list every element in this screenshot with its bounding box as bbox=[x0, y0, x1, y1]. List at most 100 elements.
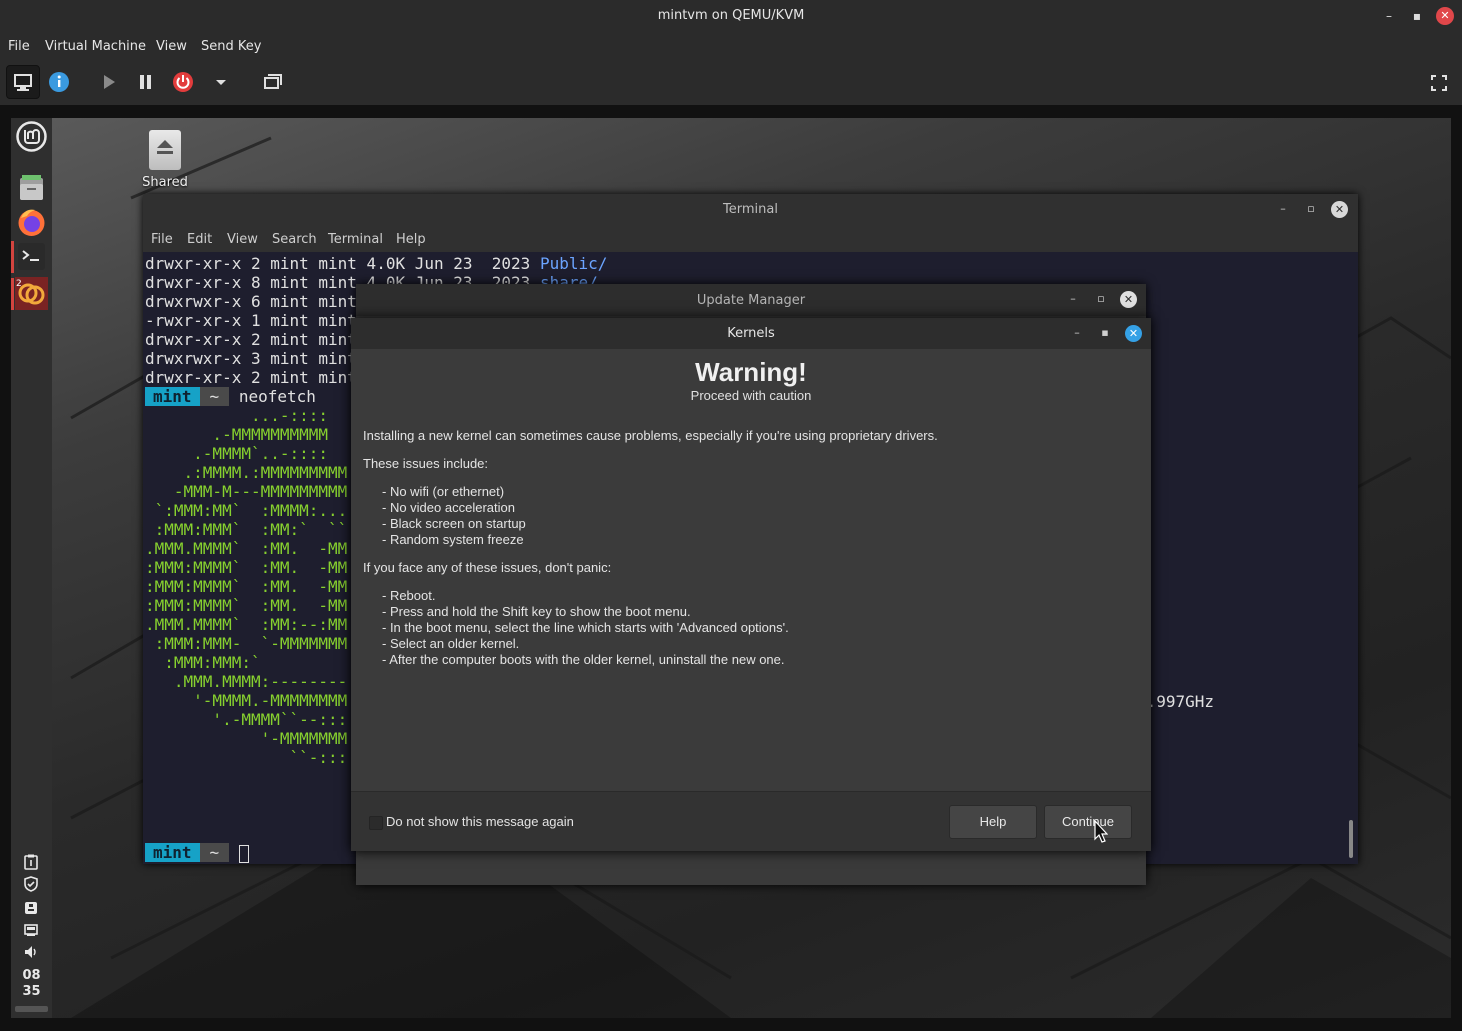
kernels-close-button[interactable]: ✕ bbox=[1125, 325, 1142, 342]
fullscreen-button[interactable] bbox=[1423, 67, 1455, 97]
neofetch-art-line: .-MMMM`..-:::: bbox=[145, 444, 329, 463]
kernels-titlebar[interactable]: Kernels – ▪ ✕ bbox=[351, 318, 1151, 349]
neofetch-art-line: :MMM:MMMM` :MM. -MM bbox=[145, 596, 348, 615]
terminal-close-button[interactable]: ✕ bbox=[1331, 201, 1348, 218]
warning-heading: Warning! bbox=[695, 357, 807, 387]
text-cursor bbox=[238, 844, 249, 863]
step-item: - Select an older kernel. bbox=[382, 636, 520, 651]
terminal-menu-help[interactable]: Help bbox=[396, 232, 426, 247]
menu-file[interactable]: File bbox=[8, 39, 30, 54]
vm-display[interactable]: 2 08 35 Shared Terminal – ▫ ✕ File Edit … bbox=[11, 118, 1451, 1018]
issue-item: - Random system freeze bbox=[382, 532, 524, 547]
menu-virtual-machine[interactable]: Virtual Machine bbox=[45, 39, 146, 54]
prompt-line: mint ~ bbox=[145, 843, 249, 863]
hexchat-badge: 2 bbox=[16, 279, 22, 289]
shutdown-menu-button[interactable] bbox=[205, 67, 237, 97]
hexchat-icon[interactable]: 2 bbox=[15, 277, 48, 310]
files-icon[interactable] bbox=[15, 172, 48, 205]
terminal-running-indicator bbox=[11, 241, 14, 273]
shutdown-button[interactable] bbox=[167, 67, 199, 97]
kernels-dialog-body: Warning! Proceed with caution Installing… bbox=[351, 349, 1151, 791]
drive-icon[interactable] bbox=[23, 900, 39, 916]
run-button[interactable] bbox=[93, 67, 125, 97]
neofetch-art-line: ...-:::: bbox=[145, 406, 329, 425]
warning-subheading: Proceed with caution bbox=[690, 388, 812, 403]
prompt-user: mint bbox=[145, 843, 200, 862]
hexchat-running-indicator bbox=[11, 278, 14, 310]
host-window-title: mintvm on QEMU/KVM bbox=[657, 8, 805, 23]
desktop-icon-shared[interactable]: Shared bbox=[135, 130, 195, 190]
panel-clock[interactable]: 08 35 bbox=[11, 968, 52, 1000]
clipboard-icon[interactable] bbox=[23, 854, 39, 870]
terminal-line: drwxrwxr-x 6 mint mint bbox=[145, 292, 357, 311]
step-item: - Reboot. bbox=[382, 588, 436, 603]
host-close-button[interactable]: ✕ bbox=[1436, 7, 1454, 25]
fullscreen-icon bbox=[1431, 75, 1447, 91]
update-manager-titlebar[interactable]: Update Manager – ▫ ✕ bbox=[356, 284, 1146, 316]
volume-icon[interactable] bbox=[23, 944, 39, 960]
terminal-scrollbar[interactable] bbox=[1349, 820, 1353, 858]
menu-send-key[interactable]: Send Key bbox=[201, 39, 261, 54]
update-manager-close-button[interactable]: ✕ bbox=[1120, 291, 1137, 308]
update-manager-maximize-button[interactable]: ▫ bbox=[1094, 292, 1108, 306]
terminal-line: drwxr-xr-x 2 mint mint 4.0K Jun 23 2023 … bbox=[145, 254, 608, 273]
neofetch-art-line: '.-MMMM``--::: bbox=[145, 710, 348, 729]
mint-menu-icon[interactable] bbox=[15, 120, 48, 153]
neofetch-art-line: `:MMM:MM` :MMMM:... bbox=[145, 501, 348, 520]
prompt-line: mint ~ neofetch bbox=[145, 387, 316, 406]
terminal-maximize-button[interactable]: ▫ bbox=[1304, 202, 1318, 216]
play-icon bbox=[104, 75, 115, 89]
terminal-menu-search[interactable]: Search bbox=[272, 232, 317, 247]
help-button[interactable]: Help bbox=[949, 805, 1037, 839]
kernels-minimize-button[interactable]: – bbox=[1070, 326, 1084, 340]
clock-hour: 08 bbox=[22, 968, 41, 983]
show-desktop-button[interactable] bbox=[15, 1006, 48, 1012]
prompt-dir: ~ bbox=[199, 843, 230, 862]
dont-show-again-checkbox[interactable] bbox=[369, 816, 383, 830]
info-icon bbox=[49, 72, 69, 92]
network-icon[interactable] bbox=[23, 922, 39, 938]
shield-icon[interactable] bbox=[23, 876, 39, 892]
kernels-maximize-button[interactable]: ▪ bbox=[1098, 326, 1112, 340]
terminal-menu-edit[interactable]: Edit bbox=[187, 232, 212, 247]
terminal-menu-file[interactable]: File bbox=[151, 232, 173, 247]
step-item: - Press and hold the Shift key to show t… bbox=[382, 604, 691, 619]
terminal-line: drwxrwxr-x 3 mint mint bbox=[145, 349, 357, 368]
terminal-menu-view[interactable]: View bbox=[227, 232, 258, 247]
host-maximize-button[interactable]: ▪ bbox=[1407, 6, 1427, 26]
dont-show-again-label[interactable]: Do not show this message again bbox=[386, 814, 574, 829]
desktop-icon-label: Shared bbox=[142, 175, 188, 190]
issues-header: These issues include: bbox=[363, 456, 489, 471]
neofetch-art-line: .MMM.MMMM` :MM:--:MM bbox=[145, 615, 348, 634]
kernels-title: Kernels bbox=[727, 326, 775, 341]
snapshots-icon bbox=[264, 74, 282, 89]
terminal-titlebar[interactable]: Terminal – ▫ ✕ bbox=[143, 194, 1358, 225]
update-manager-minimize-button[interactable]: – bbox=[1066, 292, 1080, 306]
neofetch-art-line: ``-::: bbox=[145, 748, 348, 767]
neofetch-art-line: :MMM:MMMM` :MM. -MM bbox=[145, 558, 348, 577]
issue-item: - No video acceleration bbox=[382, 500, 515, 515]
terminal-minimize-button[interactable]: – bbox=[1276, 202, 1290, 216]
update-manager-title: Update Manager bbox=[696, 293, 806, 308]
snapshots-button[interactable] bbox=[256, 67, 288, 97]
host-minimize-button[interactable]: – bbox=[1379, 6, 1399, 26]
details-button[interactable] bbox=[44, 67, 76, 97]
continue-button[interactable]: Continue bbox=[1044, 805, 1132, 839]
warning-intro: Installing a new kernel can sometimes ca… bbox=[363, 428, 938, 443]
menu-view[interactable]: View bbox=[156, 39, 187, 54]
firefox-icon[interactable] bbox=[15, 206, 48, 239]
pause-button[interactable] bbox=[130, 67, 162, 97]
mint-panel: 2 08 35 bbox=[11, 118, 52, 1018]
console-icon bbox=[14, 74, 32, 91]
neofetch-art-line: -MMM-M---MMMMMMMMM bbox=[145, 482, 348, 501]
neofetch-art-line: .MMM.MMMM` :MM. -MM bbox=[145, 539, 348, 558]
dropdown-icon bbox=[216, 80, 226, 85]
neofetch-art-line: :MMM:MMM` :MM:` `` bbox=[145, 520, 348, 539]
neofetch-art-line: :MMM:MMMM` :MM. -MM bbox=[145, 577, 348, 596]
terminal-icon[interactable] bbox=[15, 240, 48, 273]
neofetch-art-line: '-MMMM.-MMMMMMMM bbox=[145, 691, 348, 710]
console-button[interactable] bbox=[6, 65, 40, 99]
panic-header: If you face any of these issues, don't p… bbox=[363, 560, 612, 575]
terminal-menu-terminal[interactable]: Terminal bbox=[328, 232, 383, 247]
terminal-line: -rwxr-xr-x 1 mint mint bbox=[145, 311, 357, 330]
